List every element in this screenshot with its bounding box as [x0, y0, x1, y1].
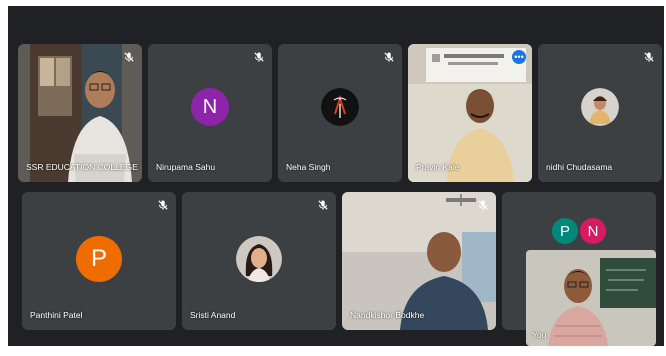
- participant-tile-pravin-kale[interactable]: ••• Pravin Kale: [408, 44, 532, 182]
- muted-mic-icon: [254, 52, 264, 62]
- participant-tile-nandkishor-bodkhe[interactable]: Nandkishor Bodkhe: [342, 192, 496, 330]
- participant-name: SSR EDUCATION COLLEGE: [26, 162, 138, 172]
- participant-name: Nandkishor Bodkhe: [350, 310, 425, 320]
- profile-photo: [236, 236, 282, 282]
- participant-tile-sristi-anand[interactable]: Sristi Anand: [182, 192, 336, 330]
- participant-tile-panthini-patel[interactable]: P Panthini Patel: [22, 192, 176, 330]
- others-avatar-initial: P: [559, 222, 570, 240]
- participant-name: Panthini Patel: [30, 310, 83, 320]
- avatar-initial: P: [90, 245, 107, 272]
- participant-tile-neha-singh[interactable]: Neha Singh: [278, 44, 402, 182]
- avatar: P: [76, 236, 122, 282]
- muted-mic-icon: [384, 52, 394, 62]
- others-avatar: N: [580, 218, 606, 244]
- profile-photo: [321, 88, 359, 126]
- more-options-button[interactable]: •••: [512, 50, 526, 64]
- participant-name: nidhi Chudasama: [546, 162, 613, 172]
- muted-mic-icon: [478, 200, 488, 210]
- self-label: You: [532, 330, 547, 340]
- muted-mic-icon: [644, 52, 654, 62]
- participant-name: Nirupama Sahu: [156, 162, 216, 172]
- profile-photo: [581, 88, 619, 126]
- participant-name: Neha Singh: [286, 162, 331, 172]
- muted-mic-icon: [124, 52, 134, 62]
- muted-mic-icon: [318, 200, 328, 210]
- participant-name: Sristi Anand: [190, 310, 236, 320]
- meeting-stage: SSR EDUCATION COLLEGE N Nirupama Sahu Ne…: [8, 6, 664, 346]
- participant-tile-nidhi-chudasama[interactable]: nidhi Chudasama: [538, 44, 662, 182]
- participant-tile-nirupama-sahu[interactable]: N Nirupama Sahu: [148, 44, 272, 182]
- more-options-dots: •••: [514, 51, 524, 62]
- avatar: N: [191, 88, 229, 126]
- participant-tile-ssr-education-college[interactable]: SSR EDUCATION COLLEGE: [18, 44, 142, 182]
- self-view-tile[interactable]: You: [526, 250, 656, 346]
- muted-mic-icon: [158, 200, 168, 210]
- others-avatar-initial: N: [587, 222, 599, 240]
- participant-name: Pravin Kale: [416, 162, 460, 172]
- others-avatar: P: [552, 218, 578, 244]
- avatar-initial: N: [202, 95, 218, 118]
